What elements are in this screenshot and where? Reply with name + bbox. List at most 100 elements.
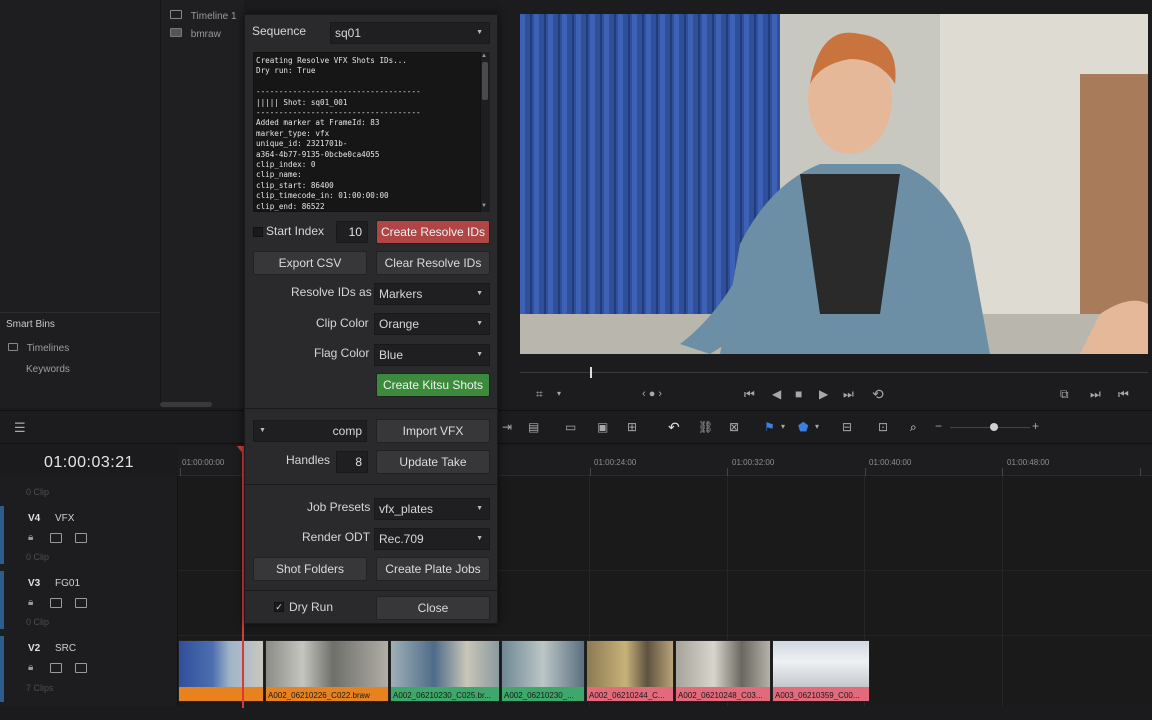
zoom-detail-icon[interactable]: ⊡ xyxy=(878,420,888,434)
create-kitsu-shots-button[interactable]: Create Kitsu Shots xyxy=(376,373,490,397)
go-to-start-icon[interactable]: ⏮ xyxy=(744,387,755,402)
handles-input[interactable]: 8 xyxy=(336,451,368,473)
auto-select-icon[interactable] xyxy=(50,663,62,673)
ruler-tick xyxy=(1140,468,1141,476)
import-vfx-button[interactable]: Import VFX xyxy=(376,419,490,443)
timeline-clip[interactable]: A003_06210359_C00... xyxy=(772,640,870,702)
track-name[interactable]: FG01 xyxy=(55,578,80,589)
divider xyxy=(0,312,160,313)
bin-item-bmraw[interactable]: bmraw xyxy=(170,28,221,40)
clip-thumbnail xyxy=(179,641,263,687)
flag-color-dropdown[interactable]: Blue ▼ xyxy=(374,344,490,366)
track-lock-icon[interactable]: 🔒︎ xyxy=(28,662,33,673)
zoom-custom-icon[interactable]: ⌕ xyxy=(910,420,917,435)
start-index-input[interactable]: 10 xyxy=(336,221,368,243)
ruler-tick xyxy=(727,468,728,476)
track-visibility-icon[interactable] xyxy=(75,663,87,673)
auto-select-icon[interactable] xyxy=(50,533,62,543)
task-dropdown[interactable]: ▼ comp xyxy=(253,420,367,442)
flag-icon[interactable]: ⚑ xyxy=(764,420,775,434)
sequence-dropdown[interactable]: sq01 ▼ xyxy=(330,22,490,44)
track-lock-icon[interactable]: 🔒︎ xyxy=(28,597,33,608)
bin-item-timeline[interactable]: Timeline 1 xyxy=(170,10,237,22)
link-icon[interactable]: ⛓ xyxy=(698,420,713,434)
timeline-clip[interactable]: A002_06210230_... xyxy=(501,640,585,702)
flag-color-value: Blue xyxy=(379,348,404,362)
track-name[interactable]: VFX xyxy=(55,513,74,524)
sequence-value: sq01 xyxy=(335,26,362,40)
track-visibility-icon[interactable] xyxy=(75,533,87,543)
insert-clip-icon[interactable]: ▤ xyxy=(528,420,539,434)
fit-to-fill-icon[interactable]: ⊞ xyxy=(627,420,637,434)
zoom-out-icon[interactable]: − xyxy=(935,419,942,433)
resolve-ids-as-label: Resolve IDs as xyxy=(291,285,372,299)
clip-thumbnail xyxy=(502,641,584,687)
clip-color-dropdown[interactable]: Orange ▼ xyxy=(374,313,490,335)
scroll-down-icon[interactable]: ▼ xyxy=(481,203,487,209)
timeline-clip[interactable]: A002_06210230_C025.br... xyxy=(390,640,500,702)
update-take-button[interactable]: Update Take xyxy=(376,450,490,474)
crop-icon[interactable]: ⌗ xyxy=(536,387,543,402)
timeline-clip[interactable] xyxy=(178,640,264,702)
resolve-ids-as-dropdown[interactable]: Markers ▼ xyxy=(374,283,490,305)
clear-resolve-ids-button[interactable]: Clear Resolve IDs xyxy=(376,251,490,275)
ruler-tick xyxy=(180,468,181,476)
chevron-down-icon[interactable]: ▾ xyxy=(557,389,561,398)
track-lock-icon[interactable]: 🔒︎ xyxy=(28,532,33,543)
smart-bin-timelines[interactable]: Timelines xyxy=(8,343,69,354)
overwrite-clip-icon[interactable]: ▭ xyxy=(565,420,576,434)
loop-icon[interactable]: ⟲ xyxy=(872,386,884,403)
step-back-icon[interactable]: ◀ xyxy=(772,387,781,401)
render-odt-dropdown[interactable]: Rec.709 ▼ xyxy=(374,528,490,550)
play-icon[interactable]: ▶ xyxy=(819,387,828,401)
close-button[interactable]: Close xyxy=(376,596,490,620)
create-resolve-ids-button[interactable]: Create Resolve IDs xyxy=(376,220,490,244)
timeline-clip[interactable]: A002_06210248_C03... xyxy=(675,640,771,702)
smart-bin-keywords[interactable]: Keywords xyxy=(26,364,70,375)
handles-label: Handles xyxy=(286,453,331,467)
snapping-icon[interactable]: ↶ xyxy=(668,419,680,436)
render-odt-value: Rec.709 xyxy=(379,532,424,546)
task-value: comp xyxy=(332,424,362,438)
shot-folders-button[interactable]: Shot Folders xyxy=(253,557,367,581)
job-presets-dropdown[interactable]: vfx_plates ▼ xyxy=(374,498,490,520)
track-clip-count: 0 Clip xyxy=(26,487,50,497)
viewer-scrubber-handle[interactable] xyxy=(590,367,592,378)
track-name[interactable]: SRC xyxy=(55,643,76,654)
dry-run-checkbox[interactable]: ✓ xyxy=(274,602,284,612)
track-headers xyxy=(0,476,178,706)
create-plate-jobs-button[interactable]: Create Plate Jobs xyxy=(376,557,490,581)
track-visibility-icon[interactable] xyxy=(75,598,87,608)
clip-name: A002_06210230_C025.br... xyxy=(393,691,491,700)
scroll-up-icon[interactable]: ▲ xyxy=(481,53,487,59)
timeline-clip[interactable]: A002_06210226_C022.braw xyxy=(265,640,389,702)
viewer-scrubber-track[interactable] xyxy=(520,372,1148,373)
match-frame-icon[interactable]: ⧉ xyxy=(1060,387,1069,402)
media-pool-scrollbar[interactable] xyxy=(160,402,212,407)
stop-icon[interactable]: ■ xyxy=(795,387,802,401)
ruler-tick xyxy=(590,468,591,476)
marker-dropdown-icon[interactable]: ▾ xyxy=(815,422,819,431)
zoom-in-icon[interactable]: + xyxy=(1032,419,1039,433)
chevron-down-icon: ▼ xyxy=(259,427,266,434)
timeline-view-options-icon[interactable]: ☰ xyxy=(14,420,26,436)
zoom-slider-handle[interactable] xyxy=(990,423,998,431)
zoom-full-icon[interactable]: ⊟ xyxy=(842,420,852,434)
log-scrollbar-thumb[interactable] xyxy=(482,62,488,100)
auto-select-icon[interactable] xyxy=(50,598,62,608)
flag-color-label: Flag Color xyxy=(314,346,370,360)
go-to-end-icon[interactable]: ⏭ xyxy=(843,387,854,402)
marker-icon[interactable]: ⬟ xyxy=(798,420,808,434)
replace-clip-icon[interactable]: ▣ xyxy=(597,420,608,434)
lock-icon[interactable]: ⊠ xyxy=(729,420,739,434)
flag-dropdown-icon[interactable]: ▾ xyxy=(781,422,785,431)
page-nav-icon[interactable]: ‹ ● › xyxy=(642,388,662,400)
blade-tool-icon[interactable]: ⇥ xyxy=(502,420,512,434)
last-frame-icon[interactable]: ⏮ xyxy=(1118,387,1129,402)
ruler-label: 01:00:40:00 xyxy=(869,458,912,467)
log-output[interactable]: Creating Resolve VFX Shots IDs... Dry ru… xyxy=(253,52,490,212)
timeline-clip[interactable]: A002_06210244_C... xyxy=(586,640,674,702)
start-index-checkbox[interactable] xyxy=(253,227,263,237)
export-csv-button[interactable]: Export CSV xyxy=(253,251,367,275)
next-clip-icon[interactable]: ⏭ xyxy=(1090,387,1101,402)
